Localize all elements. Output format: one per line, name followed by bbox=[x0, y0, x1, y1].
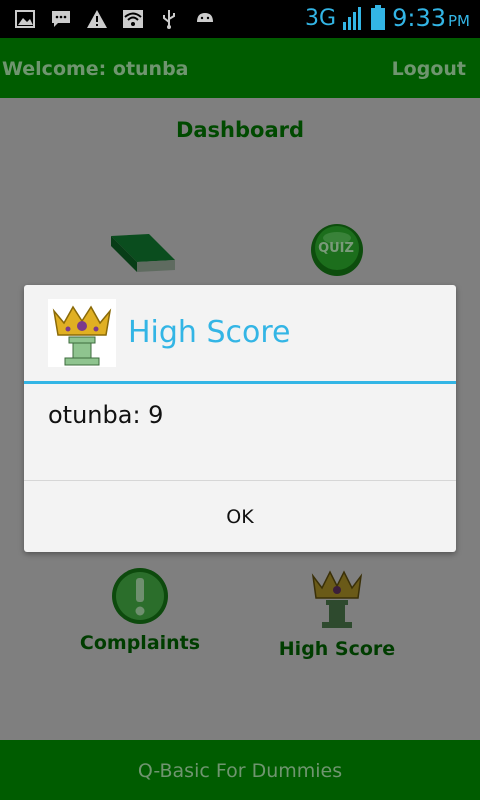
status-bar: 3G 9:33 PM bbox=[0, 0, 480, 38]
signal-icon bbox=[343, 7, 362, 30]
dialog-message: otunba: 9 bbox=[48, 401, 164, 429]
battery-icon bbox=[371, 5, 386, 30]
book-tile[interactable] bbox=[100, 230, 184, 280]
complaints-tile[interactable]: Complaints bbox=[70, 566, 210, 654]
high-score-tile[interactable]: High Score bbox=[272, 566, 402, 660]
page-title: Dashboard bbox=[175, 118, 305, 142]
crown-trophy-icon bbox=[311, 570, 363, 628]
welcome-text: Welcome: otunba bbox=[2, 58, 189, 80]
book-icon bbox=[111, 234, 175, 272]
status-icons-right: 3G 9:33 PM bbox=[305, 4, 470, 32]
messenger-icon bbox=[52, 11, 70, 27]
usb-icon bbox=[163, 10, 175, 29]
dialog-title: High Score bbox=[128, 315, 291, 350]
dialog-header: High Score bbox=[24, 285, 456, 381]
warning-icon bbox=[87, 10, 107, 28]
logout-button[interactable]: Logout bbox=[392, 58, 466, 80]
app-footer: Q-Basic For Dummies bbox=[0, 740, 480, 800]
ok-button[interactable]: OK bbox=[24, 481, 456, 552]
image-icon bbox=[15, 10, 35, 28]
dialog-title-divider bbox=[24, 381, 456, 384]
high-score-dialog: High Score otunba: 9 OK bbox=[24, 285, 456, 552]
network-type: 3G bbox=[305, 5, 337, 31]
clock: 9:33 PM bbox=[392, 4, 470, 32]
quiz-tile[interactable]: QUIZ bbox=[308, 222, 366, 280]
wifi-icon bbox=[123, 10, 143, 28]
app-header: Welcome: otunba Logout bbox=[0, 38, 480, 98]
dialog-icon bbox=[48, 299, 116, 367]
quiz-badge-text: QUIZ bbox=[318, 241, 354, 256]
complaints-label: Complaints bbox=[79, 632, 201, 654]
status-icons-left bbox=[14, 8, 216, 30]
crown-trophy-icon bbox=[52, 305, 112, 366]
footer-title: Q-Basic For Dummies bbox=[137, 760, 343, 782]
high-score-label: High Score bbox=[278, 638, 396, 660]
complaints-icon bbox=[112, 568, 168, 624]
android-icon bbox=[197, 13, 213, 22]
